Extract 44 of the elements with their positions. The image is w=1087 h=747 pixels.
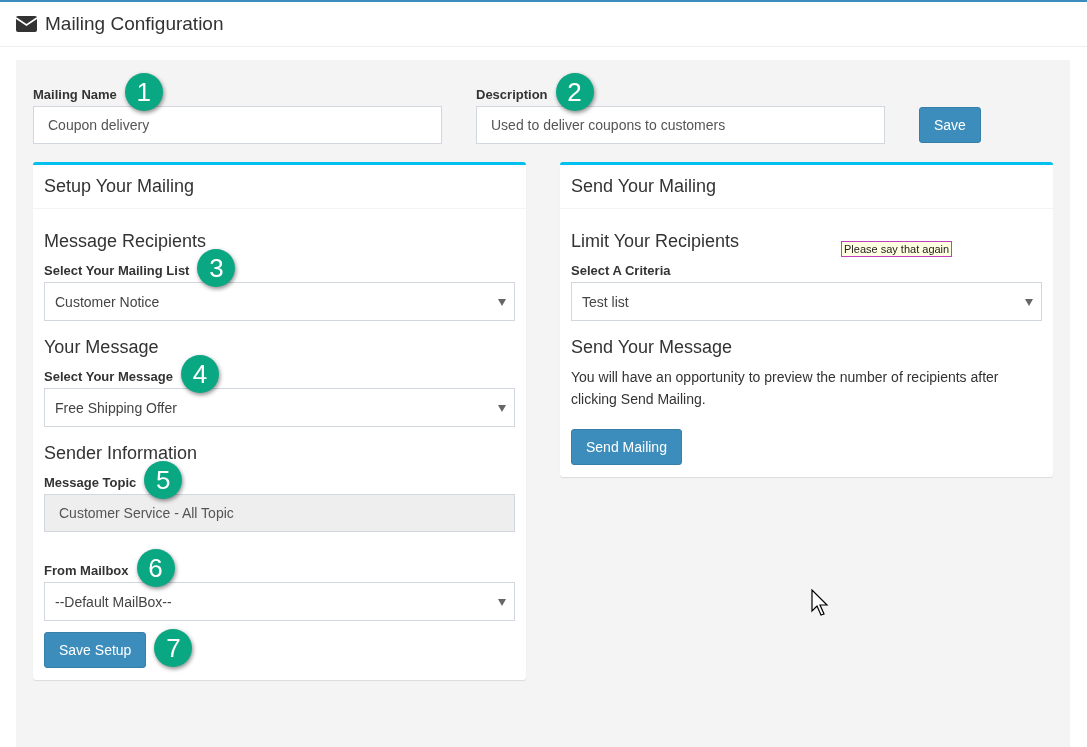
panel-title: Send Your Mailing xyxy=(560,165,1053,209)
submit-button[interactable]: Send Mailing xyxy=(571,429,682,465)
number-callout: 1 xyxy=(124,73,163,111)
mouse-pointer-icon xyxy=(811,589,831,617)
section-heading: Your Message xyxy=(44,337,159,358)
caret-icon xyxy=(498,297,506,306)
field-label: Message Topic xyxy=(44,474,137,490)
dropdown-value: Free Shipping Offer xyxy=(55,399,177,416)
field-label: Description xyxy=(476,86,548,102)
field-label: Select Your Message xyxy=(44,368,173,384)
dropdown-value: --Default MailBox-- xyxy=(55,593,172,610)
field-label: Mailing Name xyxy=(33,86,117,102)
section-heading: Send Your Message xyxy=(571,337,733,358)
number-callout: 5 xyxy=(144,461,183,499)
tooltip: Please say that again xyxy=(841,241,953,257)
section-heading: Message Recipients xyxy=(44,231,207,252)
input-field[interactable]: Used to deliver coupons to customers xyxy=(476,106,885,144)
submit-button[interactable]: Save Setup xyxy=(44,632,147,668)
number-callout: 7 xyxy=(154,629,193,667)
caret-icon xyxy=(498,403,506,412)
dropdown[interactable]: Customer Notice xyxy=(44,282,515,321)
envelope-icon xyxy=(16,16,37,32)
save-button[interactable]: Save xyxy=(919,107,981,143)
panel-title: Setup Your Mailing xyxy=(33,165,526,209)
field-label: Select A Criteria xyxy=(571,262,671,278)
section-heading: Limit Your Recipients xyxy=(571,231,740,252)
number-callout: 3 xyxy=(197,249,236,287)
dropdown-value: Customer Notice xyxy=(55,293,160,310)
dropdown[interactable]: Test list xyxy=(571,282,1042,321)
input-field[interactable]: Coupon delivery xyxy=(33,106,442,144)
dropdown[interactable]: --Default MailBox-- xyxy=(44,582,515,621)
number-callout: 2 xyxy=(555,73,594,111)
number-callout: 6 xyxy=(136,549,175,587)
dropdown-value: Test list xyxy=(582,293,629,310)
number-callout: 4 xyxy=(180,355,219,393)
section-heading: Sender Information xyxy=(44,443,198,464)
field-label: Select Your Mailing List xyxy=(44,262,190,278)
info-text: You will have an opportunity to preview the number of recipients after clicking Send Mailing. xyxy=(571,368,1000,409)
dropdown[interactable]: Free Shipping Offer xyxy=(44,388,515,427)
caret-icon xyxy=(1025,297,1033,306)
page-title: Mailing Configuration xyxy=(45,13,224,35)
field-label: From Mailbox xyxy=(44,562,129,578)
input-field[interactable]: Customer Service - All Topic xyxy=(44,494,515,532)
caret-icon xyxy=(498,597,506,606)
